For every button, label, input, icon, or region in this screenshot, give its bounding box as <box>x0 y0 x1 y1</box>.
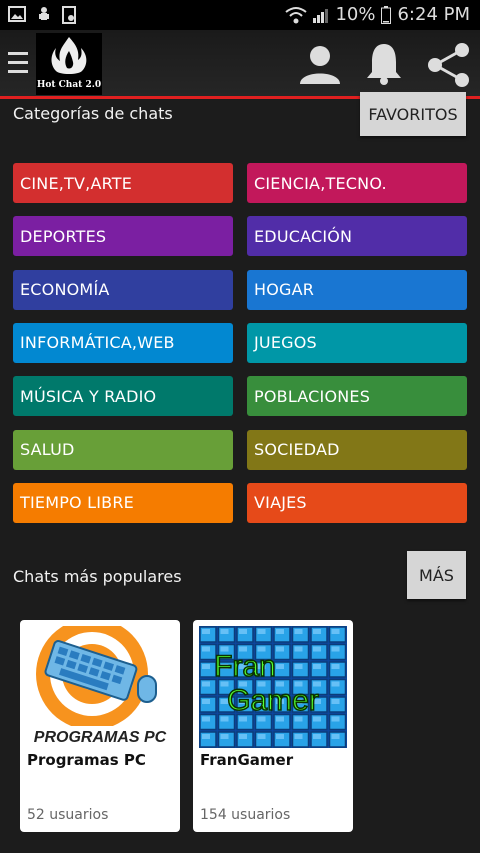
blue-tiles-image: Fran Gamer <box>199 626 347 748</box>
signal-icon <box>313 8 329 23</box>
notifications-bell-icon[interactable] <box>364 42 404 86</box>
share-icon[interactable] <box>426 42 472 88</box>
clock: 6:24 PM <box>397 4 470 25</box>
favorites-button[interactable]: FAVORITOS <box>360 92 466 136</box>
category-button[interactable]: CINE,TV,ARTE <box>13 163 233 203</box>
thumbnail-caption: PROGRAMAS PC <box>34 729 167 746</box>
category-button[interactable]: EDUCACIÓN <box>247 216 467 257</box>
app-logo: Hot Chat 2.0 <box>36 33 102 95</box>
chat-card-title: Programas PC <box>27 751 146 769</box>
category-button[interactable]: JUEGOS <box>247 322 467 363</box>
chat-card-title: FranGamer <box>200 751 294 769</box>
battery-percent: 10% <box>335 4 376 25</box>
category-button[interactable]: INFORMÁTICA,WEB <box>13 322 233 363</box>
category-button[interactable]: VIAJES <box>247 482 467 523</box>
category-button[interactable]: SALUD <box>13 429 233 470</box>
category-button[interactable]: TIEMPO LIBRE <box>13 482 233 523</box>
category-button[interactable]: DEPORTES <box>13 216 233 257</box>
hamburger-menu-icon[interactable] <box>8 52 28 74</box>
popular-chats-title: Chats más populares <box>13 567 182 586</box>
profile-icon[interactable] <box>298 42 342 86</box>
category-button[interactable]: SOCIEDAD <box>247 429 467 470</box>
usb-debug-icon <box>39 7 49 20</box>
categories-title: Categorías de chats <box>13 104 173 123</box>
category-button[interactable]: HOGAR <box>247 269 467 310</box>
chat-card[interactable]: Fran Gamer FranGamer 154 usuarios <box>193 620 353 832</box>
chat-card-users: 52 usuarios <box>27 807 109 823</box>
category-button[interactable]: POBLACIONES <box>247 376 467 417</box>
chat-card[interactable]: PROGRAMAS PC Programas PC 52 usuarios <box>20 620 180 832</box>
chat-card-users: 154 usuarios <box>200 807 291 823</box>
flame-icon <box>51 37 87 74</box>
logo-text: Hot Chat 2.0 <box>36 80 102 90</box>
category-button[interactable]: ECONOMÍA <box>13 269 233 310</box>
category-button[interactable]: CIENCIA,TECNO. <box>247 163 467 203</box>
thumbnail-caption: Gamer <box>227 684 319 717</box>
battery-icon <box>381 5 392 24</box>
chat-thumbnail: Fran Gamer <box>199 626 347 748</box>
chat-thumbnail: PROGRAMAS PC <box>26 626 174 748</box>
category-button[interactable]: MÚSICA Y RADIO <box>13 376 233 417</box>
more-button[interactable]: MÁS <box>407 551 466 599</box>
thumbnail-caption: Fran <box>214 650 276 683</box>
wifi-icon <box>285 6 308 23</box>
status-bar: 10% 6:24 PM <box>0 0 480 30</box>
keyboard-mouse-image: PROGRAMAS PC <box>26 626 174 748</box>
download-notification-icon <box>62 6 76 24</box>
gallery-notification-icon <box>8 6 26 22</box>
